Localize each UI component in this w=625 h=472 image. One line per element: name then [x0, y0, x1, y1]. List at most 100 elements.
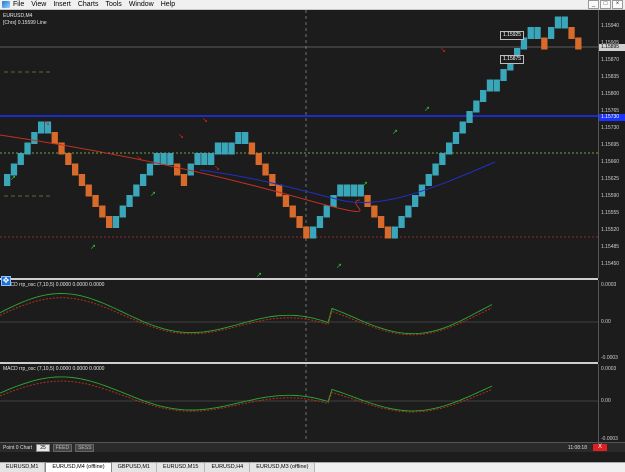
- status-bar: Point 0 Chart 25 FEED SESS 11:08:18 X: [0, 442, 625, 452]
- price-tick: 1.15695: [601, 142, 620, 148]
- price-chart[interactable]: ↘↘↘↘↘↘↗↗↗↗↗↗↗↗: [0, 10, 625, 452]
- buy-signal-icon: ↗: [150, 190, 156, 198]
- buy-signal-icon: ↗: [362, 180, 368, 188]
- restore-button[interactable]: □: [600, 0, 611, 9]
- renko-brick: [534, 27, 541, 39]
- chart-offset-input[interactable]: 25: [36, 443, 50, 452]
- current-price-label: 1.15895: [599, 44, 625, 51]
- renko-brick: [235, 132, 242, 144]
- chart-window[interactable]: ↘ ↘ ↘ ↘ ↘ ↘ ↗ ↗ ↗ ↗ ↗ ↗ ↗ ↗ EURUSD,M4 [Chrs] 0.15599 …: [0, 10, 625, 452]
- price-tick: 1.15485: [601, 244, 620, 250]
- renko-brick: [133, 184, 140, 197]
- renko-brick: [459, 121, 466, 134]
- renko-brick: [228, 142, 235, 155]
- tab-eurusd-h4[interactable]: EURUSD,H4: [205, 463, 251, 472]
- macd-tick: 0.0003: [601, 282, 617, 288]
- renko-brick: [160, 153, 167, 165]
- price-tick: 1.15660: [601, 159, 620, 165]
- renko-brick: [303, 226, 310, 239]
- renko-brick: [330, 195, 337, 207]
- price-tick: 1.15800: [601, 91, 620, 97]
- renko-brick: [480, 90, 487, 102]
- renko-brick: [486, 79, 494, 92]
- menu-view[interactable]: View: [31, 1, 53, 8]
- moving-average-blue: [199, 161, 496, 204]
- renko-brick: [568, 27, 575, 39]
- renko-brick: [371, 205, 378, 218]
- renko-brick: [289, 205, 296, 218]
- renko-brick: [221, 142, 228, 155]
- renko-brick: [432, 163, 439, 176]
- menu-insert[interactable]: Insert: [53, 1, 78, 8]
- menu-tools[interactable]: Tools: [105, 1, 128, 8]
- tab-eurusd-m1[interactable]: EURUSD,M1: [0, 463, 46, 472]
- minimize-button[interactable]: _: [588, 0, 599, 9]
- sess-button[interactable]: SESS: [75, 443, 95, 452]
- renko-brick: [412, 195, 419, 207]
- renko-brick: [99, 205, 106, 218]
- renko-brick: [344, 184, 351, 197]
- bottom-spacer: [0, 452, 625, 462]
- panel-separator-2[interactable]: [0, 362, 598, 364]
- renko-brick: [554, 16, 562, 29]
- server-time: 11:08:18: [567, 444, 587, 451]
- tab-eurusd-m4-offline[interactable]: EURUSD,M4 (offline): [45, 462, 112, 472]
- renko-brick: [255, 153, 262, 165]
- renko-brick: [446, 142, 453, 155]
- tab-gbpusd-m1[interactable]: GBPUSD,M1: [111, 463, 157, 472]
- renko-brick: [391, 226, 398, 239]
- macd2-signal-line: [0, 380, 493, 413]
- macd-tick: 0.00: [601, 398, 611, 404]
- sell-signal-icon: ↘: [136, 154, 142, 162]
- renko-brick: [425, 174, 432, 186]
- renko-brick: [51, 132, 58, 144]
- menu-window[interactable]: Window: [129, 1, 161, 8]
- renko-brick: [194, 153, 201, 165]
- renko-brick: [296, 216, 303, 228]
- crosshair-icon[interactable]: ✥: [1, 276, 11, 286]
- macd-tick: 0.00: [601, 319, 611, 325]
- macd2-label: MACD rrp_osc (7,10,5) 0.0000 0.0000 0.00…: [3, 366, 105, 372]
- feed-button[interactable]: FEED: [52, 443, 73, 452]
- renko-brick: [439, 153, 446, 165]
- buy-signal-icon: ↗: [10, 174, 16, 182]
- panel-separator-1[interactable]: [0, 278, 598, 280]
- price-tick: 1.15870: [601, 57, 620, 63]
- renko-brick: [78, 174, 86, 186]
- renko-brick: [466, 111, 473, 123]
- renko-brick: [473, 100, 480, 113]
- buy-signal-icon: ↗: [336, 262, 342, 270]
- price-tick: 1.15940: [601, 23, 620, 29]
- renko-brick: [167, 153, 174, 165]
- macd1-axis[interactable]: 0.0003 0.00 -0.0003: [598, 280, 625, 362]
- renko-brick: [282, 195, 290, 207]
- menu-file[interactable]: File: [13, 1, 31, 8]
- renko-brick: [493, 79, 500, 92]
- renko-brick: [500, 69, 507, 81]
- renko-brick: [561, 16, 568, 29]
- renko-brick: [126, 195, 133, 207]
- renko-brick: [180, 174, 188, 186]
- renko-brick: [17, 153, 24, 165]
- macd1-main-line: [0, 293, 493, 335]
- renko-brick: [276, 184, 283, 197]
- renko-brick: [106, 216, 113, 228]
- symbol-label: EURUSD,M4: [3, 13, 33, 19]
- renko-brick: [541, 37, 548, 50]
- menu-help[interactable]: Help: [161, 1, 182, 8]
- renko-brick: [24, 142, 31, 155]
- macd2-axis[interactable]: 0.0003 0.00 -0.0003: [598, 364, 625, 446]
- renko-brick: [262, 163, 269, 176]
- renko-brick: [146, 163, 154, 176]
- macd2-main-line: [0, 376, 493, 412]
- sell-signal-icon: ↘: [44, 119, 50, 127]
- close-window-button[interactable]: ×: [612, 0, 623, 9]
- tab-eurusd-m15[interactable]: EURUSD,M15: [156, 463, 206, 472]
- tab-eurusd-m3-offline[interactable]: EURUSD,M3 (offline): [250, 463, 316, 472]
- renko-brick: [575, 37, 582, 50]
- status-close-button[interactable]: X: [593, 444, 607, 451]
- price-tick: 1.15555: [601, 210, 620, 216]
- renko-brick: [140, 174, 147, 186]
- menu-charts[interactable]: Charts: [78, 1, 106, 8]
- renko-brick: [242, 132, 249, 144]
